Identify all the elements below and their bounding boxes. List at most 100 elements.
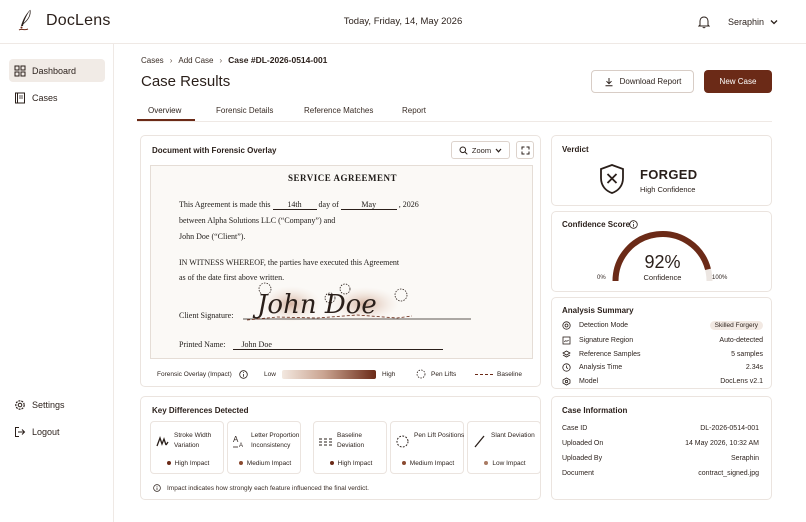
impact-dot — [238, 461, 243, 466]
tab-bar: Overview Forensic Details Reference Matc… — [137, 102, 772, 122]
case-info-row: Uploaded On 14 May 2026, 10:32 AM — [562, 440, 759, 447]
verdict-title: Verdict — [562, 145, 589, 154]
zoom-dropdown[interactable]: Zoom — [451, 141, 510, 159]
analysis-summary-card: Analysis Summary Detection Mode Skilled … — [551, 297, 772, 389]
svg-text:A: A — [239, 443, 243, 449]
legend-high: High — [382, 371, 396, 378]
breadcrumb-cases[interactable]: Cases — [141, 56, 164, 65]
info-icon — [153, 484, 161, 492]
impact-dot — [329, 461, 334, 466]
summary-value: DocLens v2.1 — [720, 377, 763, 385]
impact-text: Medium Impact — [246, 460, 292, 467]
impact-dot — [401, 461, 406, 466]
difference-name: Stroke Width Variation — [174, 432, 212, 449]
active-tab-indicator — [137, 119, 195, 121]
case-info-row: Document contract_signed.jpg — [562, 470, 759, 477]
agreement-line-1: This Agreement is made this 14th day of … — [179, 200, 419, 210]
summary-label: Reference Samples — [579, 350, 641, 358]
confidence-value: 92% — [644, 252, 681, 272]
signature-text: John Doe — [252, 290, 377, 320]
tab-reference-matches[interactable]: Reference Matches — [304, 106, 373, 115]
clock-icon — [562, 362, 571, 372]
logout-icon — [15, 426, 26, 437]
legend-title: Forensic Overlay (Impact) — [157, 371, 232, 378]
summary-label: Model — [579, 377, 599, 385]
impact-label: High Impact — [314, 460, 388, 467]
difference-item[interactable]: Pen Lift Positions Medium Impact — [390, 421, 464, 474]
impact-dot — [166, 461, 171, 466]
verdict-result: FORGED — [640, 167, 698, 182]
legend-pen-lifts: Pen Lifts — [431, 371, 457, 378]
agreement-text: This Agreement is made this — [179, 200, 271, 209]
case-info-label: Document — [562, 470, 594, 477]
document-file-value[interactable]: contract_signed.jpg — [698, 470, 759, 477]
download-icon — [605, 77, 613, 86]
search-icon — [459, 146, 468, 155]
page-title: Case Results — [141, 73, 231, 90]
summary-label: Detection Mode — [579, 321, 629, 329]
summary-row: Model DocLens v2.1 — [562, 375, 763, 387]
summary-value: Auto-detected — [719, 336, 763, 344]
baseline-dash-icon — [475, 374, 493, 375]
agreement-line-4: IN WITNESS WHEREOF, the parties have exe… — [179, 258, 400, 267]
baseline-icon — [319, 438, 332, 446]
letter-proportion-icon: AA — [233, 435, 243, 449]
difference-name: Letter Proportion Inconsistency — [251, 432, 300, 449]
summary-row: Signature Region Auto-detected — [562, 334, 763, 346]
pen-lift-icon — [416, 369, 426, 379]
verdict-card: Verdict FORGED High Confidence — [551, 135, 772, 206]
impact-note-text: Impact indicates how strongly each featu… — [167, 484, 369, 492]
printed-name-row: Printed Name: John Doe — [179, 340, 444, 350]
model-icon — [562, 377, 571, 385]
user-menu[interactable]: Seraphin — [728, 17, 778, 27]
slant-icon — [474, 435, 485, 448]
sidebar-item-logout[interactable]: Logout — [9, 420, 105, 443]
difference-name: Baseline Deviation — [337, 432, 365, 449]
impact-label: Medium Impact — [228, 460, 302, 467]
sidebar-item-label: Dashboard — [32, 65, 77, 76]
breadcrumb-add-case[interactable]: Add Case — [178, 56, 213, 65]
tab-forensic-details[interactable]: Forensic Details — [216, 106, 273, 115]
agreement-line-2: between Alpha Solutions LLC (“Company”) … — [179, 216, 336, 225]
top-bar: DocLens Today, Friday, 14, May 2026 Sera… — [0, 0, 806, 44]
new-case-button[interactable]: New Case — [704, 70, 772, 93]
case-info-title: Case Information — [562, 406, 628, 415]
impact-text: High Impact — [337, 460, 373, 467]
difference-item[interactable]: Baseline Deviation High Impact — [313, 421, 387, 474]
info-icon[interactable] — [239, 370, 248, 379]
confidence-label: Confidence — [643, 273, 682, 282]
case-info-label: Case ID — [562, 425, 588, 432]
tab-report[interactable]: Report — [402, 106, 426, 115]
sidebar-item-dashboard[interactable]: Dashboard — [9, 59, 105, 82]
difference-item[interactable]: AA Letter Proportion Inconsistency Mediu… — [227, 421, 301, 474]
printed-name-label: Printed Name: — [179, 340, 226, 349]
download-report-button[interactable]: Download Report — [591, 70, 694, 93]
impact-text: High Impact — [174, 460, 210, 467]
sidebar-item-label: Logout — [32, 426, 60, 437]
zoom-label: Zoom — [471, 145, 492, 155]
document-image[interactable]: SERVICE AGREEMENT This Agreement is made… — [150, 165, 533, 359]
verdict-confidence: High Confidence — [640, 185, 696, 194]
signature-label: Client Signature: — [179, 311, 234, 320]
confidence-card: Confidence Score 0% 100% 92% Confidence — [551, 211, 772, 292]
sidebar-item-settings[interactable]: Settings — [9, 393, 105, 416]
difference-item[interactable]: Slant Deviation Low Impact — [467, 421, 541, 474]
sidebar: Dashboard Cases Settings Logout — [0, 44, 114, 522]
sidebar-item-label: Cases — [32, 92, 58, 103]
sidebar-item-cases[interactable]: Cases — [9, 86, 105, 109]
summary-row: Reference Samples 5 samples — [562, 348, 763, 360]
case-id-value: DL-2026-0514-001 — [700, 425, 759, 432]
bell-icon[interactable] — [698, 15, 710, 29]
summary-value: 2.34s — [745, 363, 763, 371]
legend-baseline: Baseline — [497, 371, 522, 378]
uploaded-by-value: Seraphin — [730, 455, 759, 462]
cases-icon — [15, 92, 25, 103]
difference-item[interactable]: Stroke Width Variation High Impact — [150, 421, 224, 474]
fullscreen-button[interactable] — [516, 141, 534, 159]
impact-label: Medium Impact — [391, 460, 465, 467]
user-name: Seraphin — [728, 17, 765, 27]
target-icon — [562, 320, 571, 330]
gear-icon — [15, 399, 25, 410]
tab-overview[interactable]: Overview — [148, 106, 181, 115]
differences-title: Key Differences Detected — [152, 406, 249, 415]
